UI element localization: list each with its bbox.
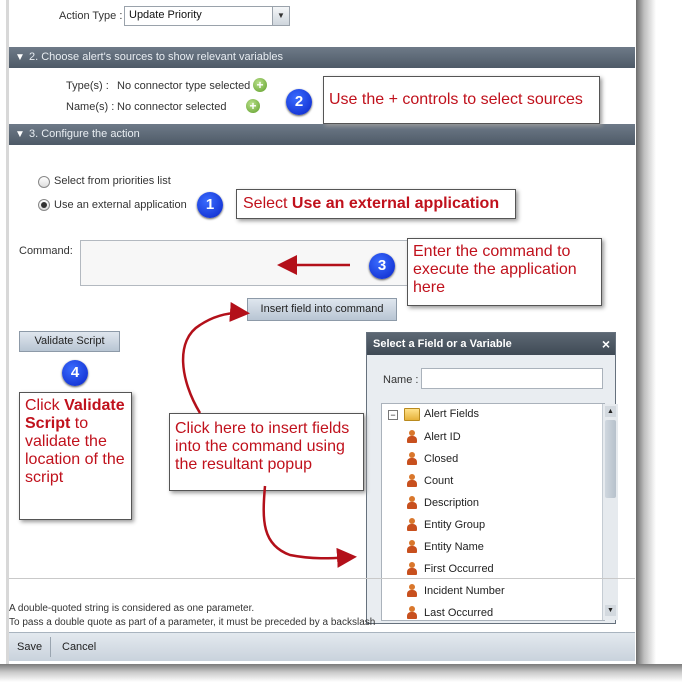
arrow-to-popup	[262, 485, 357, 568]
torn-edge	[656, 0, 682, 682]
annotation-arrows	[181, 255, 357, 568]
arrow-to-insert	[181, 302, 250, 414]
window-shadow-bottom	[0, 664, 682, 682]
window-shadow-right	[636, 0, 656, 682]
